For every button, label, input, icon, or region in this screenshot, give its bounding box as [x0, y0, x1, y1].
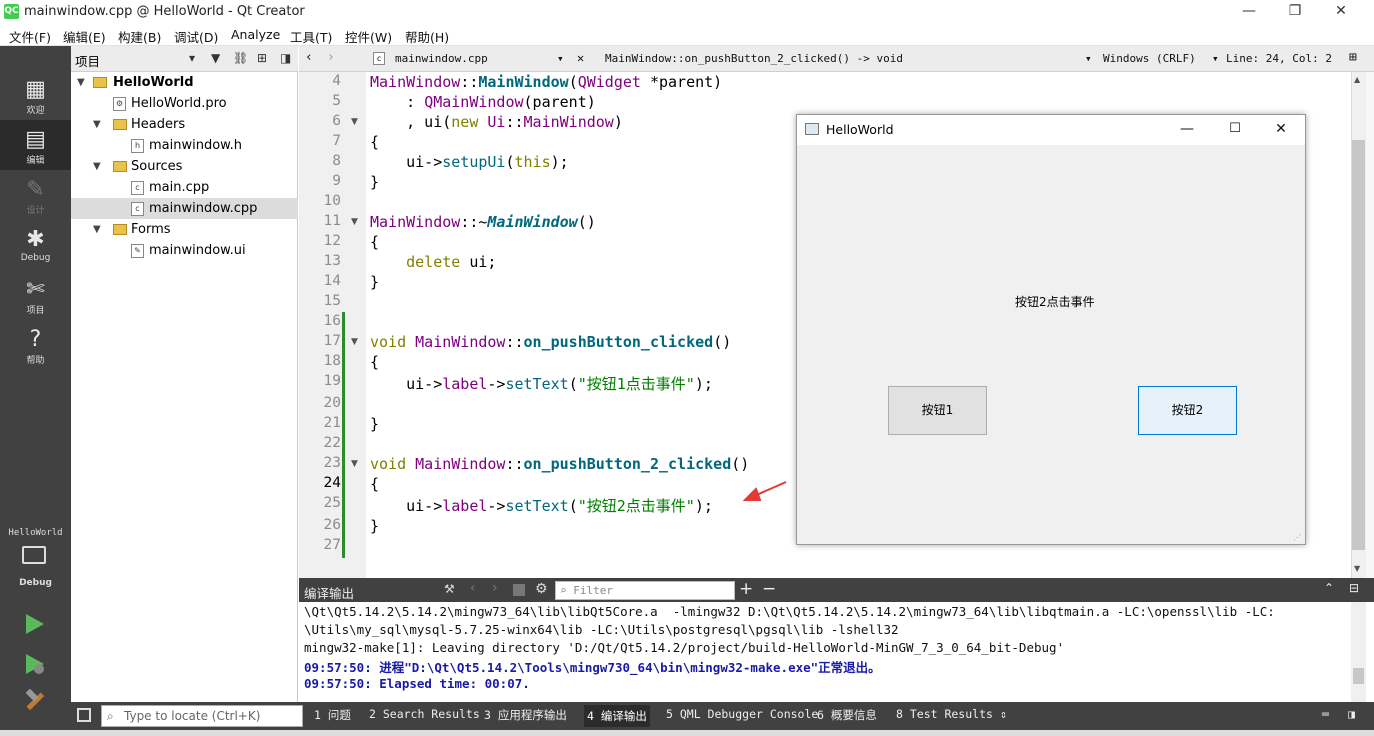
- maximize-pane-icon[interactable]: ⌃: [1324, 581, 1334, 595]
- tab-test-results[interactable]: 8 Test Results: [896, 707, 993, 721]
- push-button-1[interactable]: 按钮1: [888, 386, 987, 435]
- app-title-bar: HelloWorld — ☐ ✕: [797, 115, 1305, 145]
- output-line: \Qt\Qt5.14.2\5.14.2\mingw73_64\lib\libQt…: [304, 604, 1275, 619]
- output-filter-input[interactable]: ⌕ Filter: [555, 581, 735, 600]
- app-maximize-button[interactable]: ☐: [1215, 119, 1255, 141]
- zoom-out-icon[interactable]: −: [762, 579, 776, 599]
- helloworld-app-window: HelloWorld — ☐ ✕ 按钮2点击事件 按钮1 按钮2 ⋰: [796, 114, 1306, 545]
- taskbar-strip: [0, 730, 1374, 736]
- tab-general-messages[interactable]: 6 概要信息: [817, 707, 877, 723]
- tab-qml-debugger-console[interactable]: 5 QML Debugger Console: [666, 707, 818, 721]
- output-line: 09:57:50: Elapsed time: 00:07.: [304, 676, 530, 691]
- close-pane-icon[interactable]: ⊟: [1349, 581, 1359, 595]
- search-icon: ⌕: [107, 709, 114, 723]
- output-line: \Utils\my_sql\mysql-5.7.25-winx64\lib -L…: [304, 622, 899, 637]
- toggle-sidebar-icon[interactable]: [77, 708, 91, 722]
- tab-search-results[interactable]: 2 Search Results: [369, 707, 480, 721]
- app-close-button[interactable]: ✕: [1261, 119, 1301, 141]
- output-line: mingw32-make[1]: Leaving directory 'D:/Q…: [304, 640, 1065, 655]
- stop-icon[interactable]: [513, 584, 525, 596]
- locator-input[interactable]: ⌕ Type to locate (Ctrl+K): [101, 705, 303, 727]
- size-grip-icon[interactable]: ⋰: [1293, 533, 1301, 542]
- push-button-2[interactable]: 按钮2: [1138, 386, 1237, 435]
- output-scrollbar-thumb[interactable]: [1353, 668, 1364, 684]
- output-pane-header: 编译输出 ⚒ ‹ › ⚙ + − ⌃ ⊟: [299, 578, 1374, 602]
- output-pane-title: 编译输出: [304, 586, 355, 601]
- output-scrollbar[interactable]: [1351, 602, 1366, 702]
- more-tabs-icon[interactable]: ⇕: [1000, 707, 1007, 721]
- result-label: 按钮2点击事件: [1015, 295, 1095, 309]
- tab-compile-output[interactable]: 4 编译输出: [584, 705, 650, 727]
- app-minimize-button[interactable]: —: [1167, 119, 1207, 141]
- tab-application-output[interactable]: 3 应用程序输出: [484, 707, 567, 723]
- app-window-icon: [805, 123, 819, 135]
- build-step-icon[interactable]: ⚒: [444, 582, 455, 596]
- output-line: 09:57:50: 进程"D:\Qt\Qt5.14.2\Tools\mingw7…: [304, 660, 881, 675]
- tab-issues[interactable]: 1 问题: [314, 707, 351, 723]
- gear-icon[interactable]: ⚙: [535, 581, 548, 597]
- toggle-progress-icon[interactable]: ◨: [1348, 707, 1355, 721]
- prev-item-icon[interactable]: ‹: [470, 580, 476, 596]
- progress-icon[interactable]: ═: [1322, 707, 1329, 721]
- next-item-icon[interactable]: ›: [492, 580, 498, 596]
- zoom-in-icon[interactable]: +: [739, 579, 753, 599]
- app-window-title: HelloWorld: [826, 122, 894, 137]
- annotation-arrow: [742, 481, 787, 501]
